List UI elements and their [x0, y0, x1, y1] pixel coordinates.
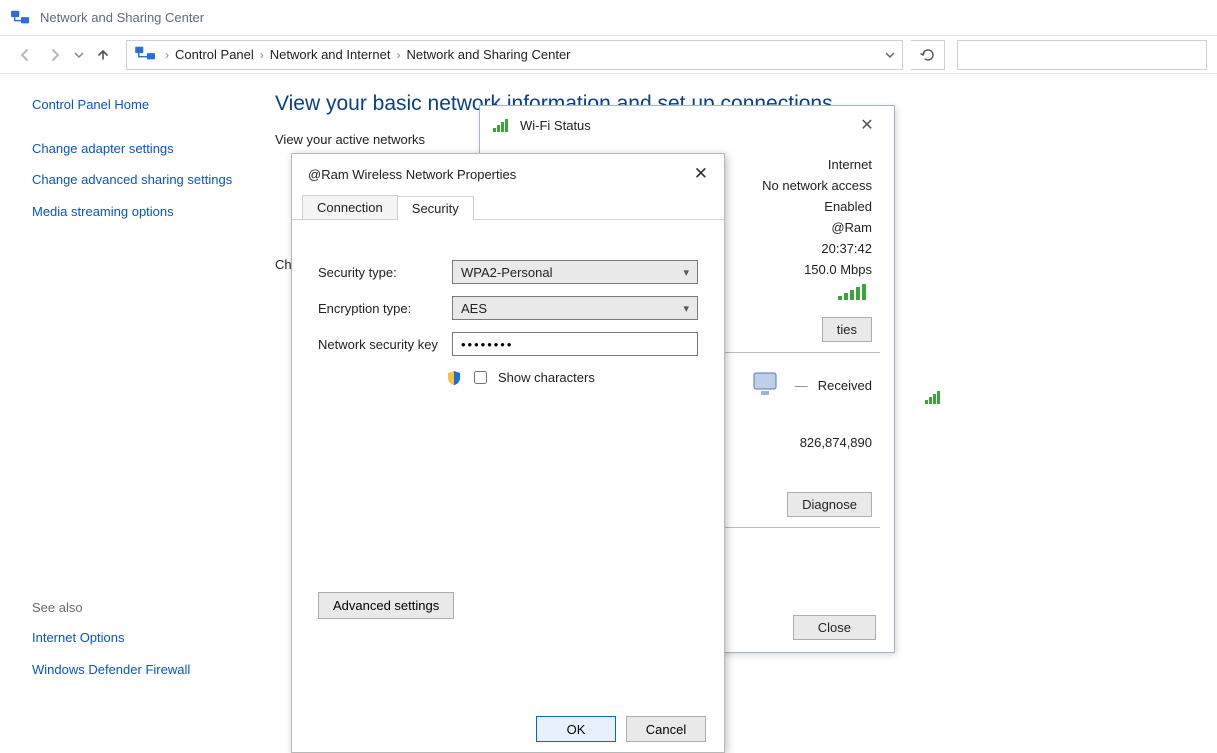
sidebar-link[interactable]: Change adapter settings [32, 140, 243, 158]
address-dropdown-icon[interactable] [884, 49, 896, 61]
dialog-title: Wi-Fi Status [520, 118, 591, 133]
window-title: Network and Sharing Center [40, 10, 204, 25]
activity-received-value: 826,874,890 [800, 435, 872, 450]
status-value: Enabled [722, 199, 872, 214]
chevron-right-icon: › [165, 48, 169, 62]
shield-icon [446, 370, 462, 386]
security-type-select[interactable]: WPA2-Personal ▾ [452, 260, 698, 284]
security-type-label: Security type: [318, 265, 452, 280]
sidebar-link[interactable]: Media streaming options [32, 203, 243, 221]
nav-bar: › Control Panel › Network and Internet ›… [0, 36, 1217, 74]
dialog-titlebar[interactable]: Wi-Fi Status ✕ [480, 106, 894, 144]
forward-button[interactable] [40, 40, 70, 70]
select-value: AES [461, 301, 487, 316]
chevron-right-icon: › [260, 48, 264, 62]
diagnose-button[interactable]: Diagnose [787, 492, 872, 517]
network-center-icon [10, 9, 30, 27]
encryption-type-select[interactable]: AES ▾ [452, 296, 698, 320]
chevron-down-icon: ▾ [683, 302, 689, 315]
sidebar: Control Panel Home Change adapter settin… [0, 74, 255, 753]
wifi-signal-icon [836, 283, 872, 301]
tab-bar: Connection Security [292, 194, 724, 220]
recent-locations-button[interactable] [70, 40, 88, 70]
wifi-signal-icon [924, 389, 950, 405]
show-characters-checkbox[interactable] [474, 371, 487, 384]
dialog-titlebar[interactable]: @Ram Wireless Network Properties ✕ [292, 154, 724, 194]
breadcrumb[interactable]: Network and Sharing Center [406, 47, 570, 62]
network-key-label: Network security key [318, 337, 452, 352]
sidebar-link[interactable]: Windows Defender Firewall [32, 661, 243, 679]
sidebar-link[interactable]: Internet Options [32, 629, 243, 647]
chevron-down-icon: ▾ [683, 266, 689, 279]
status-value: No network access [722, 178, 872, 193]
chevron-right-icon: › [396, 48, 400, 62]
advanced-settings-button[interactable]: Advanced settings [318, 592, 454, 619]
computer-icon [751, 371, 785, 399]
tab-connection[interactable]: Connection [302, 195, 398, 219]
search-input[interactable] [957, 40, 1207, 70]
control-panel-home-link[interactable]: Control Panel Home [32, 96, 243, 114]
back-button[interactable] [10, 40, 40, 70]
see-also-heading: See also [32, 600, 243, 615]
tab-security[interactable]: Security [397, 196, 474, 220]
select-value: WPA2-Personal [461, 265, 553, 280]
status-value: @Ram [722, 220, 872, 235]
cancel-button[interactable]: Cancel [626, 716, 706, 742]
window-header: Network and Sharing Center [0, 0, 1217, 36]
activity-received-label: Received [818, 378, 872, 393]
status-value: 20:37:42 [722, 241, 872, 256]
wifi-signal-icon [492, 117, 512, 133]
dialog-title: @Ram Wireless Network Properties [308, 167, 516, 182]
network-center-icon [133, 45, 159, 65]
status-value: 150.0 Mbps [722, 262, 872, 277]
ok-button[interactable]: OK [536, 716, 616, 742]
show-characters-label: Show characters [498, 370, 595, 385]
wireless-properties-button[interactable]: ties [822, 317, 872, 342]
encryption-type-label: Encryption type: [318, 301, 452, 316]
close-button[interactable]: ✕ [694, 164, 708, 184]
sidebar-link[interactable]: Change advanced sharing settings [32, 171, 243, 189]
status-value: Internet [722, 157, 872, 172]
network-properties-dialog: @Ram Wireless Network Properties ✕ Conne… [291, 153, 725, 753]
refresh-button[interactable] [911, 40, 945, 70]
breadcrumb[interactable]: Control Panel [175, 47, 254, 62]
breadcrumb[interactable]: Network and Internet [270, 47, 391, 62]
up-button[interactable] [88, 40, 118, 70]
close-button[interactable]: ✕ [852, 115, 882, 135]
close-button[interactable]: Close [793, 615, 876, 640]
address-bar[interactable]: › Control Panel › Network and Internet ›… [126, 40, 903, 70]
network-key-input[interactable] [452, 332, 698, 356]
